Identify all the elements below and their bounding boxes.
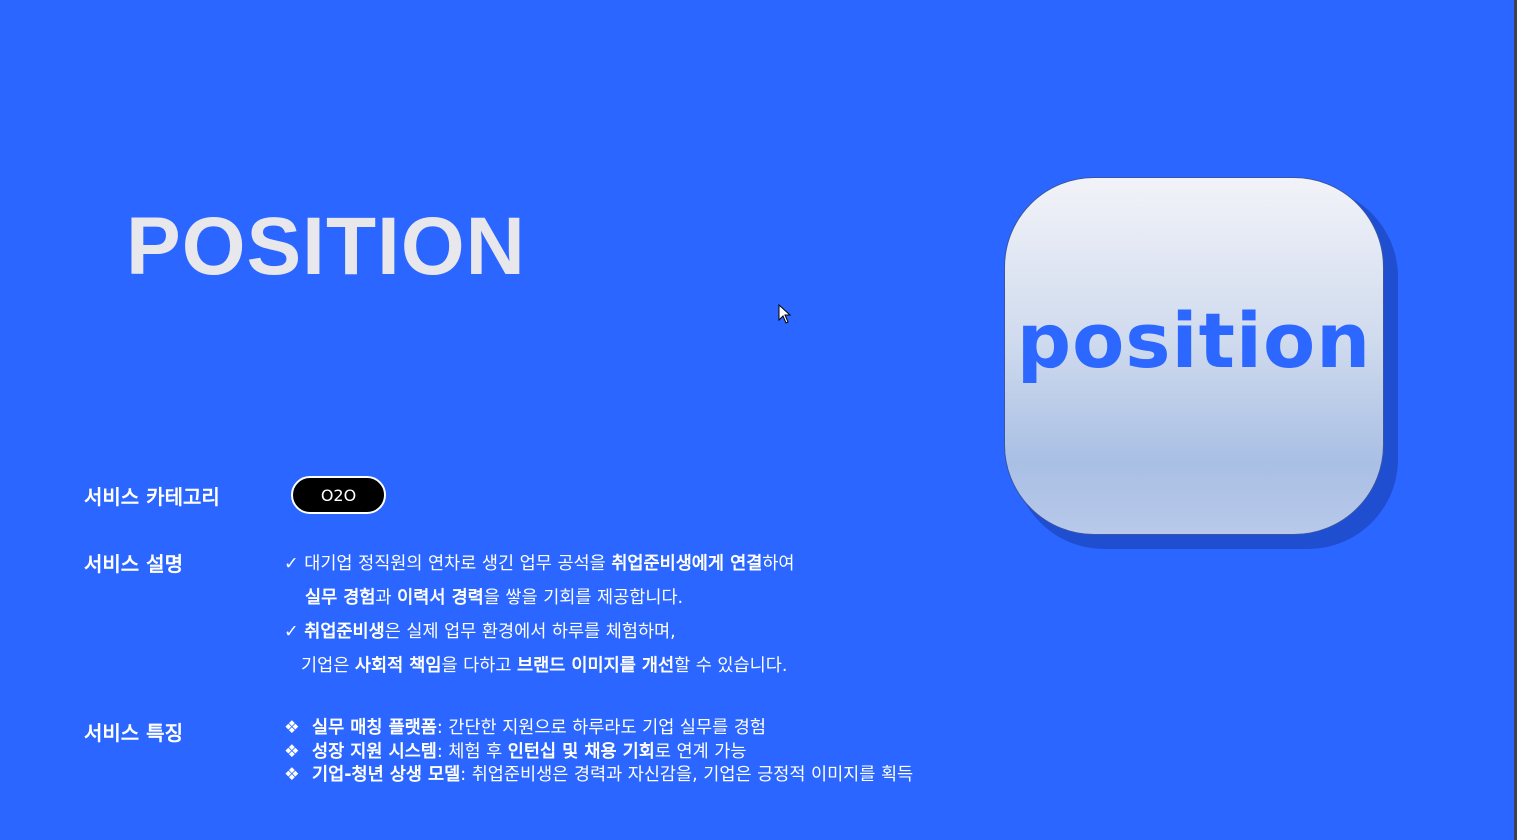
text: ✓: [284, 622, 305, 642]
bold-text: 이력서 경력: [397, 588, 484, 608]
diamond-bullet-icon: ❖: [284, 718, 300, 738]
text: 대기업 정직원의 연차로 생긴 업무 공석을: [304, 554, 612, 574]
diamond-bullet-icon: ❖: [284, 765, 300, 785]
bold-text: 실무 매칭 플랫폼: [312, 718, 437, 738]
bold-text: 인턴십 및 채용 기회: [507, 742, 655, 762]
description-line: 실무 경험과 이력서 경력을 쌓을 기회를 제공합니다.: [305, 584, 683, 609]
bold-text: 성장 지원 시스템: [312, 742, 437, 762]
category-label: 서비스 카테고리: [84, 485, 220, 509]
bold-text: 취업준비생에게 연결: [611, 554, 763, 574]
text: 로 연계 가능: [654, 742, 747, 762]
description-line: ✓ 취업준비생은 실제 업무 환경에서 하루를 체험하며,: [284, 618, 676, 643]
mouse-cursor-icon: [778, 304, 792, 324]
feature-item: ❖ 기업-청년 상생 모델: 취업준비생은 경력과 자신감을, 기업은 긍정적 이…: [284, 764, 913, 787]
position-logo: position: [1004, 177, 1384, 535]
text: 하여: [762, 554, 795, 574]
features-label: 서비스 특징: [84, 721, 183, 745]
text: 은 실제 업무 환경에서 하루를 체험하며,: [384, 622, 676, 642]
description-line: 기업은 사회적 책임을 다하고 브랜드 이미지를 개선할 수 있습니다.: [301, 652, 787, 677]
bold-text: 사회적 책임: [354, 656, 442, 676]
text: : 체험 후: [436, 742, 508, 762]
bold-text: 실무 경험: [305, 588, 376, 608]
bold-text: 기업-청년 상생 모델: [312, 765, 461, 785]
description-line: ✓ 대기업 정직원의 연차로 생긴 업무 공석을 취업준비생에게 연결하여: [284, 550, 795, 575]
text: : 간단한 지원으로 하루라도 기업 실무를 경험: [436, 718, 766, 738]
text: 을 다하고: [441, 656, 517, 676]
text: 기업은: [301, 656, 355, 676]
text: 과: [375, 588, 398, 608]
diamond-bullet-icon: ❖: [284, 742, 300, 762]
category-badge: O2O: [291, 476, 386, 514]
text: : 취업준비생은 경력과 자신감을, 기업은 긍정적 이미지를 획득: [460, 765, 914, 785]
feature-item: ❖ 성장 지원 시스템: 체험 후 인턴십 및 채용 기회로 연계 가능: [284, 741, 747, 764]
text: 을 쌓을 기회를 제공합니다.: [483, 588, 684, 608]
description-label: 서비스 설명: [84, 552, 183, 576]
text: ✓: [284, 554, 305, 574]
feature-item: ❖ 실무 매칭 플랫폼: 간단한 지원으로 하루라도 기업 실무를 경험: [284, 717, 766, 740]
bold-text: 브랜드 이미지를 개선: [517, 656, 675, 676]
slide-title: POSITION: [126, 201, 526, 292]
text: 할 수 있습니다.: [674, 656, 788, 676]
bold-text: 취업준비생: [304, 622, 385, 642]
logo-text: position: [1016, 296, 1372, 385]
